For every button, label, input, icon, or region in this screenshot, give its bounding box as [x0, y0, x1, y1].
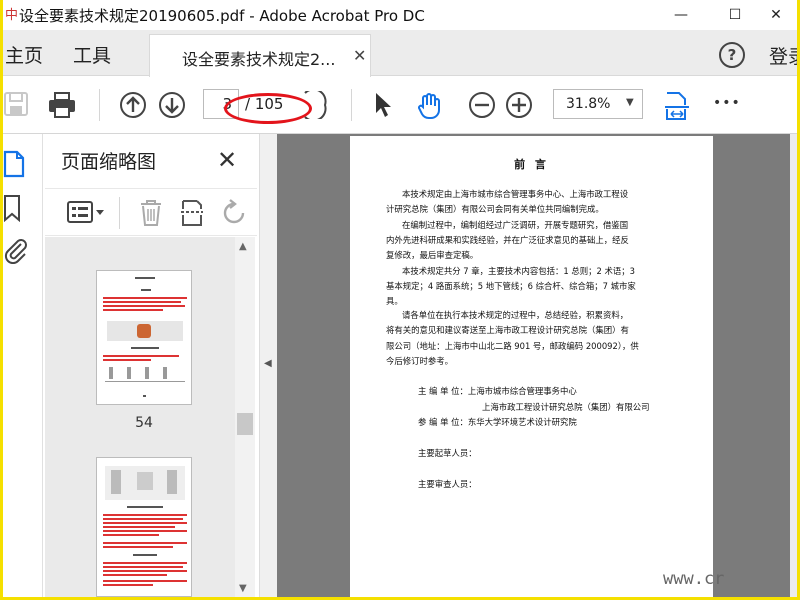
toolbar: 3 / 105 31.8% ▼ ••• [3, 77, 797, 134]
menu-home[interactable]: 主页 [5, 41, 43, 68]
page-text-line: 本技术规定共分 7 章，主要技术内容包括：1 总则；2 术语；3 [402, 266, 635, 276]
document-view[interactable]: 前 言 本技术规定由上海市城市综合管理事务中心、上海市政工程设 计研究总院（集团… [277, 134, 797, 597]
page-text-line: 参 编 单 位：东华大学环境艺术设计研究院 [418, 417, 577, 427]
page-text-line: 限公司（地址：上海市中山北二路 901 号，邮政编码 200092），供 [386, 341, 639, 351]
scroll-up-icon[interactable]: ▲ [239, 241, 247, 252]
navigation-pane [3, 134, 43, 597]
chevron-down-icon: ▼ [626, 97, 634, 108]
toolbar-separator [99, 89, 100, 121]
title-bar: 中 设全要素技术规定20190605.pdf - Adobe Acrobat P… [3, 0, 797, 30]
maximize-button[interactable]: ☐ [712, 0, 758, 30]
page-text-line: 计研究总院（集团）有限公司会同有关单位共同编制完成。 [386, 204, 604, 214]
zoom-value: 31.8% [566, 96, 611, 112]
page-text-line: 将有关的意见和建议寄送至上海市政工程设计研究总院（集团）有 [386, 325, 629, 335]
page-text-line: 主要审查人员： [418, 479, 477, 489]
document-tab[interactable]: 设全要素技术规定2... ✕ [149, 34, 371, 77]
extract-page-icon[interactable] [179, 199, 205, 227]
tab-bar: 主页 工具 设全要素技术规定2... ✕ ? 登录 [3, 30, 797, 77]
page-text-line: 主 编 单 位：上海市城市综合管理事务中心 [418, 386, 577, 396]
thumbnail-preview [103, 466, 187, 586]
save-icon[interactable] [3, 91, 29, 117]
collapse-panel-icon[interactable]: ◀ [264, 358, 272, 369]
thumbnail-page-number: 54 [135, 415, 153, 431]
thumbnail-scrollbar[interactable]: ▲ ▼ [235, 237, 255, 597]
page-text-line: 主要起草人员： [418, 448, 477, 458]
next-page-icon[interactable] [158, 91, 186, 119]
page-text-line: 请各单位在执行本技术规定的过程中，总结经验，积累资料， [402, 310, 629, 320]
toolbar-separator [351, 89, 352, 121]
fit-page-icon[interactable] [663, 91, 691, 121]
page-text-line: 基本规定；4 路面系统；5 地下管线；6 综合杆、综合箱；7 城市家 [386, 281, 636, 291]
document-page: 前 言 本技术规定由上海市城市综合管理事务中心、上海市政工程设 计研究总院（集团… [350, 136, 713, 597]
previous-page-icon[interactable] [119, 91, 147, 119]
rotate-page-icon[interactable] [221, 199, 249, 227]
page-text-line: 今后修订时参考。 [386, 356, 453, 366]
close-window-button[interactable]: ✕ [753, 0, 797, 30]
zoom-select[interactable]: 31.8% ▼ [553, 89, 643, 119]
more-options-icon[interactable]: ••• [713, 95, 741, 111]
menu-tools[interactable]: 工具 [73, 41, 111, 68]
app-icon: 中 [5, 8, 19, 23]
thumbnail-panel: 页面缩略图 ✕ 54 ▲ ▼ [45, 134, 257, 597]
page-text-line: 复修改，最后审查定稿。 [386, 250, 479, 260]
panel-separator [119, 197, 120, 229]
print-icon[interactable] [47, 91, 77, 119]
document-tab-label: 设全要素技术规定2... [182, 50, 336, 69]
thumbnail-options-icon[interactable] [67, 201, 105, 223]
thumbnail-list: 54 [45, 237, 235, 597]
page-text-line: 上海市政工程设计研究总院（集团）有限公司 [482, 402, 650, 412]
panel-close-icon[interactable]: ✕ [217, 146, 237, 174]
select-cursor-icon[interactable] [373, 91, 395, 119]
bookmark-icon[interactable] [3, 194, 25, 222]
attachment-icon[interactable] [3, 236, 29, 264]
scroll-thumb[interactable] [237, 413, 253, 435]
delete-page-icon[interactable] [139, 199, 163, 227]
page-heading: 前 言 [514, 158, 549, 171]
hand-tool-icon[interactable] [415, 91, 445, 121]
thumbnail-page[interactable] [96, 457, 192, 597]
zoom-in-icon[interactable] [505, 91, 533, 119]
watermark-text: www.cr [663, 569, 725, 589]
page-text-line: 内外先进科研成果和实践经验，并在广泛征求意见的基础上，经反 [386, 235, 629, 245]
window-title: 设全要素技术规定20190605.pdf - Adobe Acrobat Pro… [19, 7, 425, 25]
help-icon[interactable]: ? [719, 42, 745, 68]
page-text-line: 具。 [386, 296, 403, 306]
scroll-down-icon[interactable]: ▼ [239, 583, 247, 594]
acrobat-window: 中 设全要素技术规定20190605.pdf - Adobe Acrobat P… [3, 0, 797, 597]
page-thumbnails-icon[interactable] [3, 150, 27, 178]
page-text-line: 本技术规定由上海市城市综合管理事务中心、上海市政工程设 [402, 189, 629, 199]
panel-title: 页面缩略图 [61, 151, 157, 173]
zoom-out-icon[interactable] [468, 91, 496, 119]
minimize-button[interactable]: — [658, 0, 704, 30]
login-button[interactable]: 登录 [769, 42, 797, 69]
page-text-line: 在编制过程中，编制组经过广泛调研，开展专题研究，借鉴国 [402, 220, 629, 230]
thumbnail-page[interactable] [96, 270, 192, 405]
document-tab-close-icon[interactable]: ✕ [353, 46, 366, 65]
thumbnail-preview [103, 277, 187, 397]
document-scrollbar[interactable] [790, 134, 797, 597]
panel-divider[interactable]: ◀ [259, 134, 277, 597]
panel-toolbar [45, 188, 257, 236]
annotation-ellipse [224, 93, 312, 124]
